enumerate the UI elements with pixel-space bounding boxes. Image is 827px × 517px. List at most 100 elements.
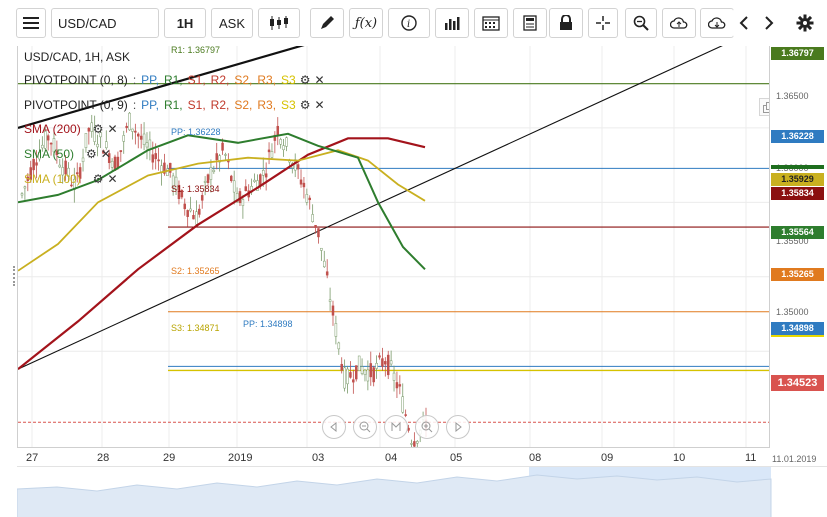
s3-marker bbox=[771, 335, 824, 339]
time-label: 09 bbox=[601, 452, 614, 464]
candle-body bbox=[334, 323, 338, 337]
settings-icon[interactable]: ⚙ bbox=[93, 122, 104, 136]
price-type-label: ASK bbox=[218, 15, 245, 31]
popout-icon[interactable] bbox=[759, 98, 769, 116]
r3-part: R3, bbox=[257, 73, 277, 87]
candle-body bbox=[354, 365, 358, 380]
candle-body bbox=[35, 162, 38, 166]
close-icon[interactable]: ✕ bbox=[101, 147, 111, 161]
time-label: 05 bbox=[450, 452, 463, 464]
s1-price-label: 1.35834 bbox=[771, 187, 824, 200]
sma200-marker bbox=[771, 165, 824, 169]
candle-body bbox=[378, 355, 381, 358]
info-icon[interactable]: i bbox=[388, 8, 430, 38]
sma100-legend[interactable]: SMA (100) ⚙ ✕ bbox=[24, 172, 118, 186]
price-type-button[interactable]: ASK bbox=[211, 8, 253, 38]
resize-handle[interactable] bbox=[13, 266, 17, 286]
pivot-legend-1[interactable]: PIVOTPOINT (0, 8) : PP, R1, S1, R2, S2, … bbox=[24, 73, 325, 87]
candle-body bbox=[200, 195, 204, 201]
candle-body bbox=[398, 384, 402, 387]
s1-part: S1, bbox=[187, 73, 206, 87]
cloud-upload-icon[interactable] bbox=[662, 8, 696, 38]
close-icon[interactable]: ✕ bbox=[107, 172, 117, 186]
gear-icon[interactable] bbox=[790, 8, 820, 38]
navigator-chart[interactable] bbox=[16, 467, 827, 517]
s1-level-label: S1: 1.35834 bbox=[171, 184, 220, 194]
volume-icon[interactable] bbox=[435, 8, 469, 38]
cloud-download-icon[interactable] bbox=[700, 8, 734, 38]
menu-icon[interactable] bbox=[16, 8, 46, 38]
candle-body bbox=[384, 361, 387, 365]
candle-body bbox=[183, 203, 187, 210]
price-axis[interactable]: 1.36500 1.36000 1.35500 1.35000 1.36797 … bbox=[770, 46, 827, 448]
settings-icon[interactable]: ⚙ bbox=[300, 73, 311, 87]
chart-area[interactable]: USD/CAD, 1H, ASK PIVOTPOINT (0, 8) : PP,… bbox=[17, 46, 770, 448]
price-tick: 1.36500 bbox=[776, 91, 809, 101]
candle-body bbox=[413, 441, 416, 447]
pp-old-level-label: PP: 1.36228 bbox=[171, 127, 221, 137]
candle-body bbox=[337, 342, 341, 350]
scroll-left-icon[interactable] bbox=[322, 415, 346, 439]
fx-icon[interactable]: ƒ(x) bbox=[349, 8, 383, 38]
settings-icon[interactable]: ⚙ bbox=[300, 98, 311, 112]
candle-body bbox=[270, 151, 274, 158]
candles-icon[interactable] bbox=[258, 8, 300, 38]
r1-part: R1, bbox=[163, 98, 183, 112]
close-icon[interactable]: ✕ bbox=[315, 73, 325, 87]
crosshair-icon[interactable] bbox=[588, 8, 618, 38]
toolbar: USD/CAD 1H ASK ƒ(x) i bbox=[0, 0, 827, 46]
zoom-in-icon[interactable] bbox=[415, 415, 439, 439]
zoom-out-icon[interactable] bbox=[353, 415, 377, 439]
lock-icon[interactable] bbox=[549, 8, 583, 38]
pp-part: PP, bbox=[141, 98, 159, 112]
candle-body bbox=[360, 366, 364, 374]
s2-level-label: S2: 1.35265 bbox=[171, 266, 220, 276]
candle-body bbox=[20, 193, 24, 196]
note-icon[interactable] bbox=[513, 8, 547, 38]
candle-body bbox=[346, 368, 349, 385]
symbol-text: USD/CAD bbox=[58, 15, 117, 31]
sma200-legend[interactable]: SMA (200) ⚙ ✕ bbox=[24, 122, 118, 136]
candle-body bbox=[395, 382, 399, 389]
candle-body bbox=[203, 180, 207, 183]
s1-part: S1, bbox=[187, 98, 206, 112]
pivot-legend-2[interactable]: PIVOTPOINT (0, 9) : PP, R1, S1, R2, S2, … bbox=[24, 98, 325, 112]
r3-part: R3, bbox=[257, 98, 277, 112]
reset-zoom-icon[interactable] bbox=[384, 415, 408, 439]
candle-body bbox=[46, 135, 50, 141]
candle-body bbox=[416, 441, 419, 444]
symbol-input[interactable]: USD/CAD bbox=[51, 8, 159, 38]
navigator[interactable] bbox=[16, 466, 827, 517]
candle-body bbox=[58, 164, 62, 168]
time-label: 28 bbox=[97, 452, 110, 464]
close-icon[interactable]: ✕ bbox=[315, 98, 325, 112]
scroll-right-icon[interactable] bbox=[446, 415, 470, 439]
trendline-lower bbox=[18, 46, 723, 370]
candle-body bbox=[145, 142, 149, 148]
settings-icon[interactable]: ⚙ bbox=[93, 172, 104, 186]
candle-body bbox=[261, 170, 265, 176]
chart-title: USD/CAD, 1H, ASK bbox=[24, 50, 130, 64]
next-icon[interactable] bbox=[758, 8, 780, 38]
sma50-legend[interactable]: SMA (50) ⚙ ✕ bbox=[24, 147, 111, 161]
close-icon[interactable]: ✕ bbox=[107, 122, 117, 136]
interval-button[interactable]: 1H bbox=[164, 8, 206, 38]
time-axis[interactable]: 27 28 29 2019 03 04 05 08 09 10 11 11.01… bbox=[17, 448, 827, 466]
settings-icon[interactable]: ⚙ bbox=[86, 147, 97, 161]
zoom-icon[interactable] bbox=[625, 8, 657, 38]
calendar-icon[interactable] bbox=[474, 8, 508, 38]
pivot-sep: : bbox=[132, 98, 137, 112]
r1-part: R1, bbox=[163, 73, 183, 87]
candle-body bbox=[137, 133, 140, 137]
candle-body bbox=[401, 396, 404, 413]
candle-body bbox=[305, 194, 309, 203]
svg-text:i: i bbox=[407, 19, 410, 30]
candle-body bbox=[230, 175, 233, 182]
candle-body bbox=[122, 135, 125, 142]
candle-body bbox=[264, 173, 268, 178]
prev-icon[interactable] bbox=[733, 8, 755, 38]
current-price-label: 1.34523 bbox=[771, 375, 824, 391]
candle-body bbox=[343, 367, 346, 389]
time-label: 03 bbox=[312, 452, 325, 464]
pen-icon[interactable] bbox=[310, 8, 344, 38]
